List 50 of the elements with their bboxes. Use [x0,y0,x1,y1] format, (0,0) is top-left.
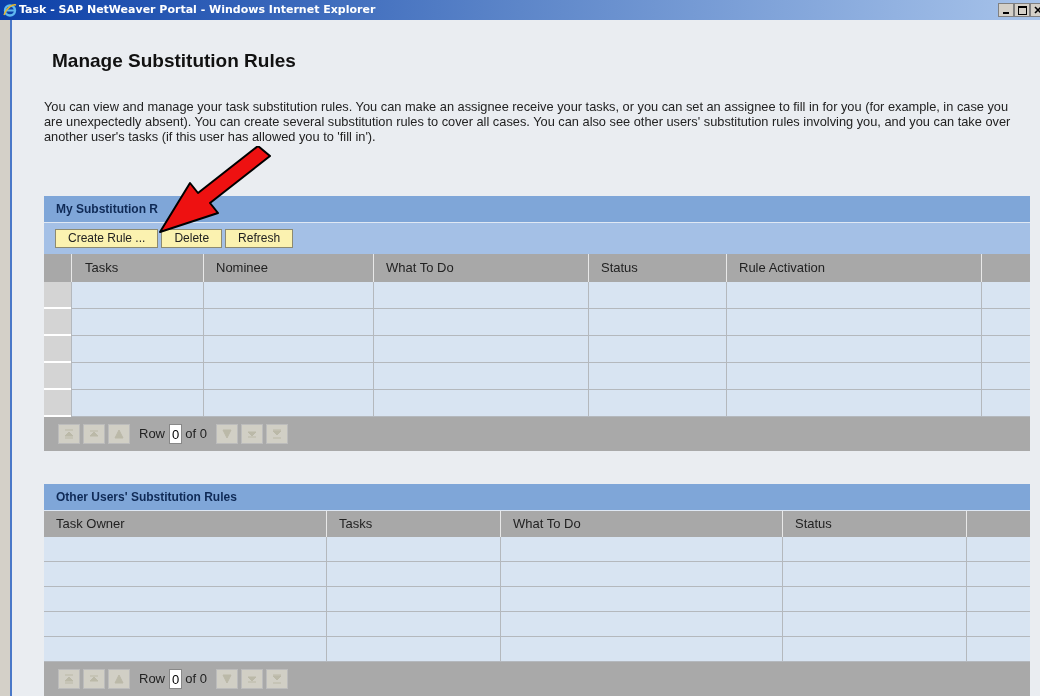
column-header: Status [782,510,966,537]
table-cell [966,561,1030,587]
window-title: Task - SAP NetWeaver Portal - Windows Internet Explorer [19,1,376,18]
pager-arrow-icon [64,673,74,684]
page-heading: Manage Substitution Rules [52,49,296,73]
row-selector[interactable] [44,335,71,363]
pager-arrow-icon [89,428,99,439]
row-selector[interactable] [44,281,71,309]
pager-arrow-icon [64,428,74,439]
column-header: What To Do [373,253,588,282]
page-description: You can view and manage your task substitution rules. You can make an assignee receive your tasks, or you can set an assignee to fill in for you (for example, in case you are unexpectedly absent). You can create several substitution rules to cover all cases. You can also see other users' substitution rules involving you, and you can take over another user's tasks (if this user has allowed you to 'fill in'). [44,98,1012,144]
column-header: Rule Activation [726,253,981,282]
row-selector[interactable] [44,308,71,336]
pager-arrow-icon [221,673,232,684]
maximize-icon[interactable] [1014,3,1030,17]
pager-arrow-icon [271,673,282,684]
toolbar-button[interactable]: Create Rule ... [55,228,159,248]
table-cell [981,335,1030,363]
table-cell [981,308,1030,336]
table-cell [981,389,1030,417]
row-total: of 0 [185,669,207,688]
column-header: Status [588,253,726,282]
table-cell [966,611,1030,637]
table-cell [981,281,1030,309]
pager-arrow-icon [114,428,124,439]
column-header: Tasks [71,253,203,282]
panel-header: My Substitution R [44,195,1030,222]
toolbar-button[interactable]: Delete [161,228,223,248]
table-cell [966,636,1030,662]
column-header: What To Do [500,510,782,537]
row-total: of 0 [185,424,207,443]
row-selector[interactable] [44,362,71,390]
column-header: Tasks [326,510,500,537]
pager-arrow-icon [114,673,124,684]
pager-arrow-icon [246,673,257,684]
minimize-icon[interactable] [998,3,1014,17]
row-label: Row [139,424,165,443]
browser-logo-icon [3,3,17,17]
pager-arrow-icon [221,428,232,439]
row-label: Row [139,669,165,688]
panel-header: Other Users' Substitution Rules [44,483,1030,510]
pager-arrow-icon [271,428,282,439]
pager-arrow-icon [246,428,257,439]
column-header: Nominee [203,253,373,282]
column-header: Task Owner [55,514,126,533]
table-cell [981,362,1030,390]
table-cell [966,586,1030,612]
toolbar-button[interactable]: Refresh [225,228,294,248]
pager-arrow-icon [89,673,99,684]
row-selector[interactable] [44,389,71,417]
